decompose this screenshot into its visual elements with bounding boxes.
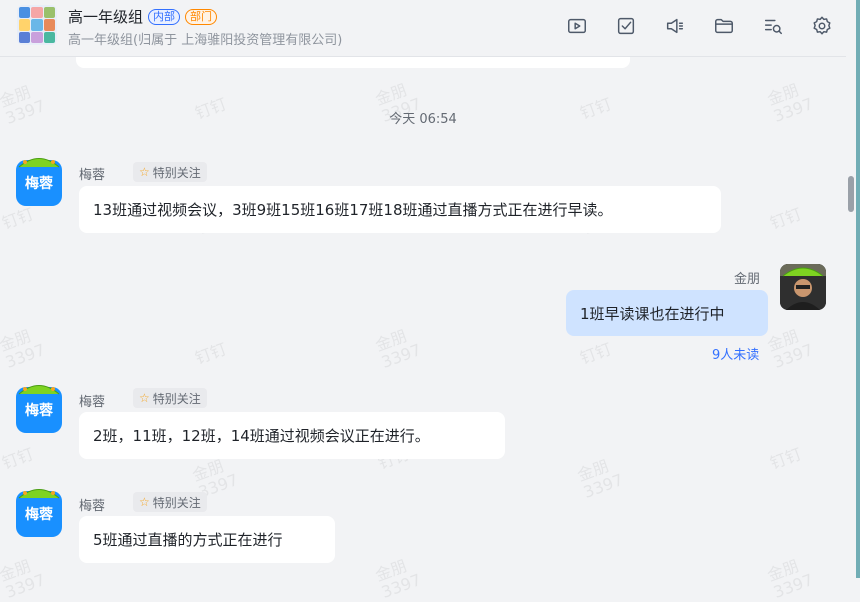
badge-label: 特别关注 [152,495,201,510]
search-history-icon [764,19,782,35]
watermark-text: 钉钉 [0,204,37,233]
message-bubble[interactable]: 13班通过视频会议，3班9班15班16班17班18班通过直播方式正在进行早读。 [79,186,721,233]
search-history-button[interactable] [759,12,787,40]
watermark-text: 金朋 3397 [0,326,48,372]
sender-avatar[interactable]: 梅蓉 [16,385,62,433]
message-text: 13班通过视频会议，3班9班15班16班17班18班通过直播方式正在进行早读。 [93,201,613,219]
special-follow-badge: ☆ 特别关注 [133,388,207,408]
settings-gear-icon [813,16,831,35]
sender-name[interactable]: 梅蓉 [79,391,105,410]
avatar-decoration-icon [18,385,60,395]
message-timestamp: 今天 06:54 [389,112,457,127]
badge-label: 特别关注 [152,391,201,406]
watermark-text: 金朋 3397 [764,326,816,372]
message-text: 5班通过直播的方式正在进行 [93,531,283,549]
chat-title[interactable]: 高一年级组 [68,6,143,27]
badge-label: 特别关注 [152,165,201,180]
department-tag: 部门 [185,8,218,25]
my-message-bubble[interactable]: 1班早读课也在进行中 [566,290,768,336]
avatar-text: 梅蓉 [25,403,53,419]
header-toolbar [563,12,836,40]
special-follow-badge: ☆ 特别关注 [133,492,207,512]
todo-button[interactable] [612,12,640,40]
avatar-decoration-icon [18,158,60,168]
live-button[interactable] [563,12,591,40]
group-avatar[interactable] [17,5,57,45]
live-icon [568,18,586,34]
message-text: 2班，11班，12班，14班通过视频会议正在进行。 [93,427,430,445]
sender-avatar[interactable]: 梅蓉 [16,489,62,537]
watermark-text: 钉钉 [192,339,230,368]
avatar-decoration-icon [18,489,60,499]
my-avatar[interactable] [780,264,826,310]
watermark-text: 金朋 3397 [372,556,424,602]
read-status-link[interactable]: 9人未读 [712,344,759,363]
watermark-text: 钉钉 [767,444,805,473]
chat-subtitle: 高一年级组(归属于 上海骓阳投资管理有限公司) [68,33,343,48]
announcement-icon [666,18,684,34]
watermark-text: 金朋 3397 [574,456,626,502]
watermark-text: 金朋 3397 [372,326,424,372]
watermark-text: 钉钉 [767,204,805,233]
sender-name[interactable]: 梅蓉 [79,164,105,183]
chat-scrollbar[interactable] [848,176,854,212]
star-icon: ☆ [139,391,150,405]
user-photo-icon [780,264,826,310]
star-icon: ☆ [139,165,150,179]
message-bubble[interactable]: 5班通过直播的方式正在进行 [79,516,335,563]
watermark-text: 金朋 3397 [764,556,816,602]
settings-button[interactable] [808,12,836,40]
my-name[interactable]: 金朋 [734,268,760,287]
title-row: 高一年级组 内部 部门 [68,6,218,27]
avatar-text: 梅蓉 [25,507,53,523]
watermark-text: 钉钉 [0,444,37,473]
star-icon: ☆ [139,495,150,509]
internal-tag: 内部 [148,8,181,25]
window-edge [856,0,860,578]
message-bubble[interactable]: 2班，11班，12班，14班通过视频会议正在进行。 [79,412,505,459]
announcement-button[interactable] [661,12,689,40]
watermark-text: 钉钉 [577,339,615,368]
sender-avatar[interactable]: 梅蓉 [16,158,62,206]
watermark-text: 金朋 3397 [0,556,48,602]
avatar-text: 梅蓉 [25,176,53,192]
folder-icon [715,18,733,34]
chat-header: 高一年级组 内部 部门 高一年级组(归属于 上海骓阳投资管理有限公司) [0,0,846,57]
todo-check-icon [617,17,635,35]
message-text: 1班早读课也在进行中 [580,304,725,323]
sender-name[interactable]: 梅蓉 [79,495,105,514]
files-button[interactable] [710,12,738,40]
special-follow-badge: ☆ 特别关注 [133,162,207,182]
